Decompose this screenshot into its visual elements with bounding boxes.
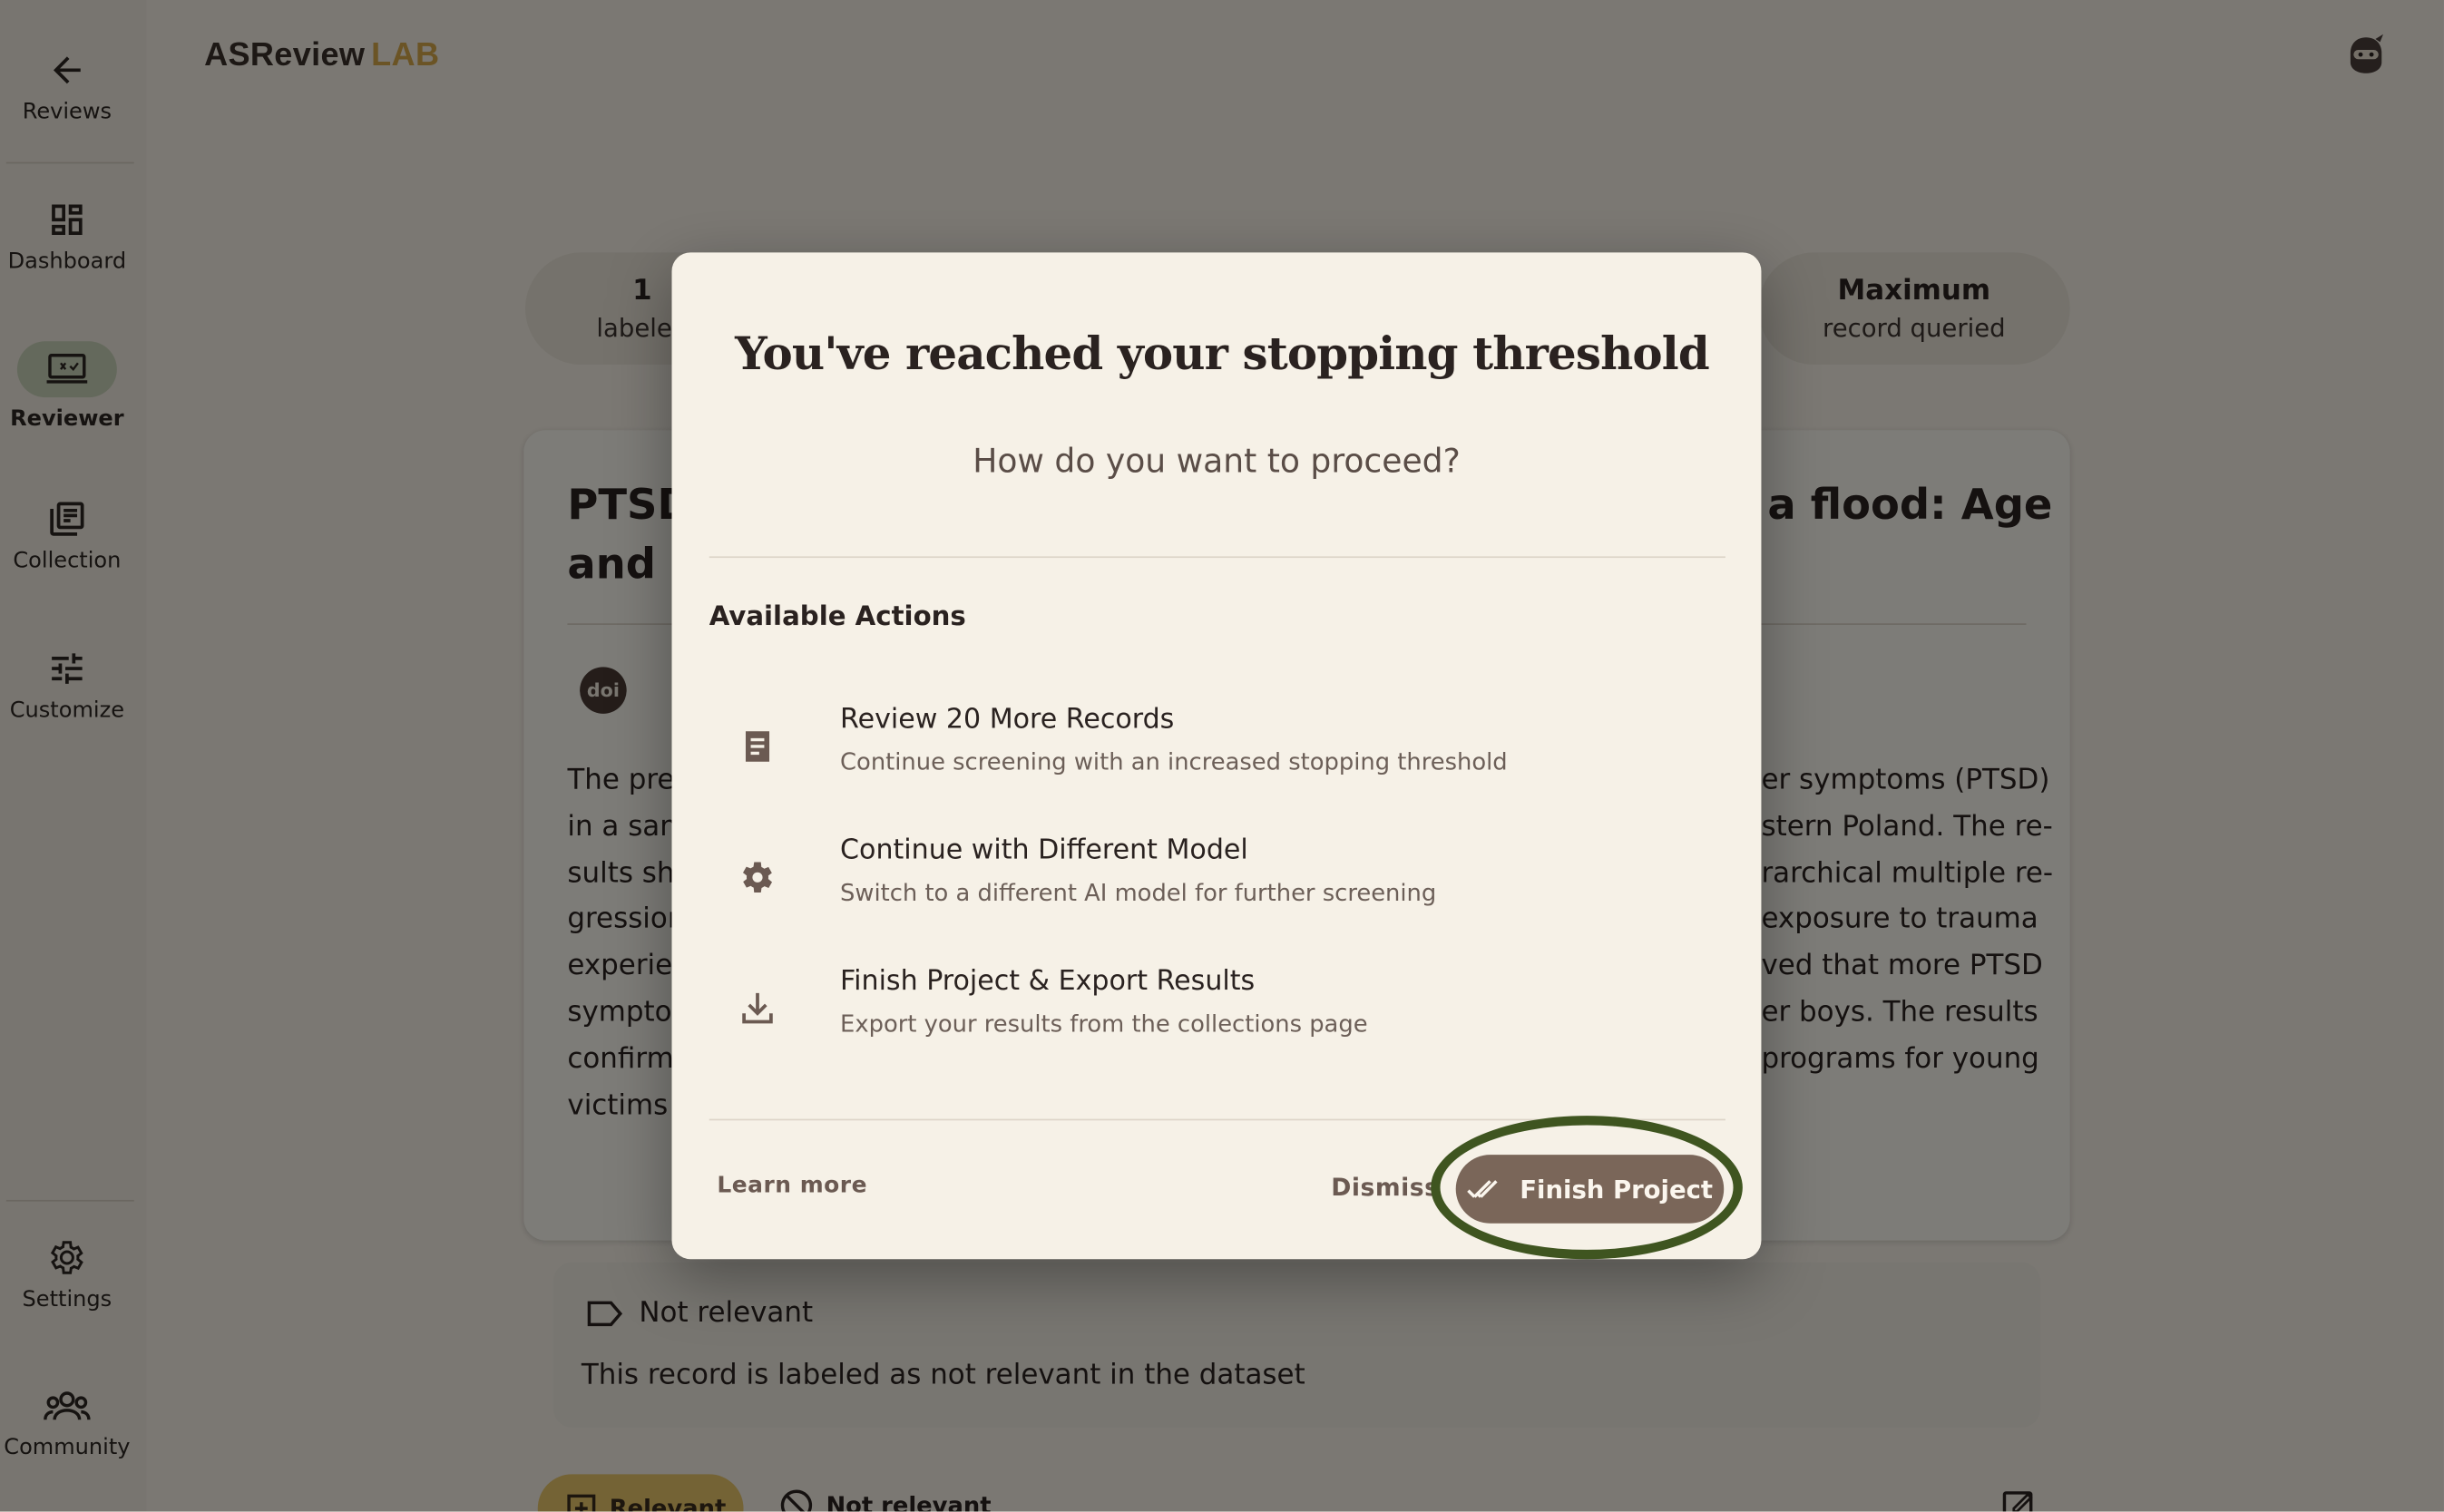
action-review-more[interactable]: Review 20 More Records Continue screenin… <box>709 705 1725 814</box>
dialog-divider <box>709 556 1725 559</box>
action-title: Review 20 More Records <box>840 704 1175 736</box>
screen: Reviews Dashboard Reviewer Collection Cu… <box>0 0 2444 1512</box>
dismiss-button[interactable]: Dismiss <box>1331 1174 1439 1202</box>
action-title: Finish Project & Export Results <box>840 966 1256 998</box>
dialog-subtitle: How do you want to proceed? <box>973 442 1461 481</box>
dialog-title-wrap: You've reached your stopping threshold <box>0 327 2444 380</box>
action-different-model[interactable]: Continue with Different Model Switch to … <box>709 835 1725 944</box>
dialog-title: You've reached your stopping threshold <box>735 327 1710 381</box>
action-description: Export your results from the collections… <box>840 1010 1368 1039</box>
action-description: Switch to a different AI model for furth… <box>840 879 1437 907</box>
highlight-ring <box>1431 1116 1743 1260</box>
gear-icon <box>742 862 773 893</box>
learn-more-link[interactable]: Learn more <box>717 1174 867 1198</box>
action-finish-export[interactable]: Finish Project & Export Results Export y… <box>709 966 1725 1075</box>
action-title: Continue with Different Model <box>840 834 1248 867</box>
action-description: Continue screening with an increased sto… <box>840 747 1508 776</box>
document-icon <box>745 731 770 762</box>
download-icon <box>742 992 773 1024</box>
available-actions-heading: Available Actions <box>709 601 966 633</box>
